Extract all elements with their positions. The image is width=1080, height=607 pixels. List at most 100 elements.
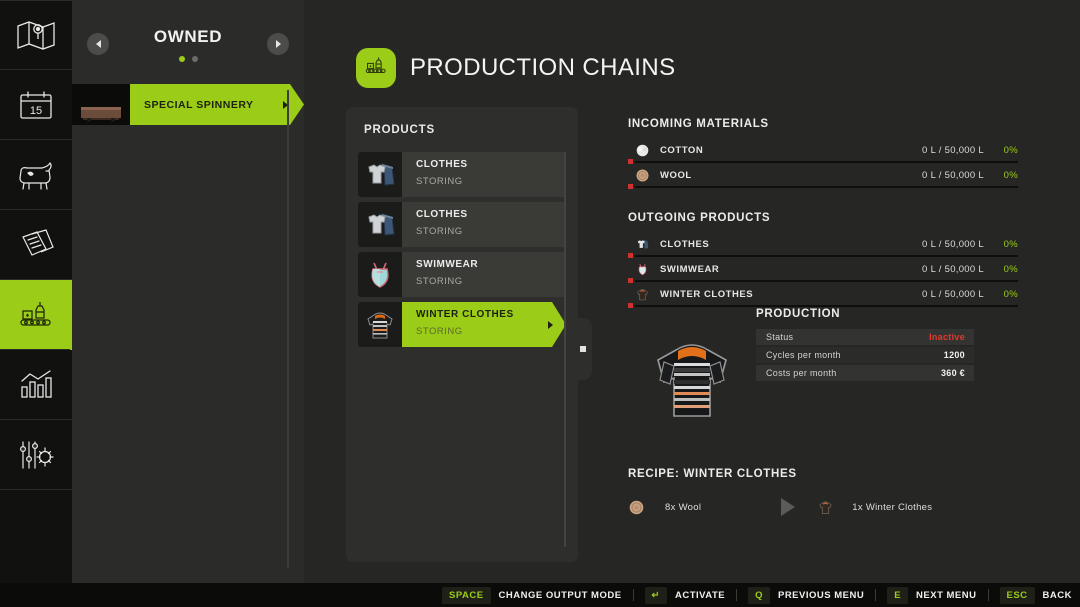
page-dot-1[interactable]: [178, 56, 185, 62]
key-badge-e: E: [887, 586, 909, 604]
svg-text:15: 15: [30, 105, 42, 117]
product-list-item[interactable]: SWIMWEAR STORING: [358, 252, 566, 297]
hint-label: CHANGE OUTPUT MODE: [498, 589, 622, 601]
page-title: PRODUCTION CHAINS: [410, 54, 676, 81]
sidebar-item-statistics[interactable]: [0, 350, 72, 420]
material-amount: 0 L / 50,000 L: [922, 144, 984, 156]
hint-back[interactable]: ESC BACK: [999, 583, 1073, 607]
product-list-item[interactable]: CLOTHES STORING: [358, 202, 566, 247]
product-progress-bar: [628, 303, 1018, 308]
bottom-action-bar: SPACE CHANGE OUTPUT MODE ↵ ACTIVATE Q PR…: [0, 583, 1080, 607]
product-item-name: WINTER CLOTHES: [416, 309, 514, 320]
progress-marker: [628, 184, 633, 189]
owned-list: SPECIAL SPINNERY: [72, 84, 304, 125]
product-list-item[interactable]: CLOTHES STORING: [358, 152, 566, 197]
product-percent: 0%: [1003, 288, 1018, 300]
product-item-state: STORING: [416, 276, 463, 287]
sidebar-rail: 15: [0, 0, 82, 607]
product-item-body: CLOTHES STORING: [402, 152, 566, 197]
production-row-value: 1200: [943, 350, 965, 360]
winter-clothes-icon: [817, 499, 834, 516]
factory-icon: [363, 54, 389, 83]
sidebar-item-map[interactable]: [0, 0, 72, 70]
incoming-material-row: COTTON 0 L / 50,000 L 0%: [628, 140, 1018, 165]
hint-label: PREVIOUS MENU: [777, 589, 865, 601]
clothes-icon: [358, 202, 402, 247]
owned-header: OWNED: [72, 0, 304, 82]
key-badge-enter: ↵: [644, 586, 667, 604]
key-badge-esc: ESC: [999, 586, 1035, 604]
swimwear-icon: [358, 252, 402, 297]
owned-page-dots: [72, 56, 304, 62]
product-amount: 0 L / 50,000 L: [922, 238, 984, 250]
hint-activate[interactable]: ↵ ACTIVATE: [644, 583, 726, 607]
key-badge-q: Q: [748, 586, 770, 604]
page-logo: [356, 48, 396, 88]
material-progress-bar: [628, 184, 1018, 189]
sidebar-item-animals[interactable]: [0, 140, 72, 210]
material-name: COTTON: [660, 144, 704, 156]
production-row-status: Status Inactive: [756, 329, 974, 345]
production-title: PRODUCTION: [756, 308, 841, 320]
production-chains-screen: 15 OWNED SPECIAL SPINNERY PRODUCTION CHA…: [0, 0, 1080, 607]
product-item-body: WINTER CLOTHES STORING: [402, 302, 566, 347]
outgoing-product-row: WINTER CLOTHES 0 L / 50,000 L 0%: [628, 284, 1018, 309]
product-item-body: SWIMWEAR STORING: [402, 252, 566, 297]
production-row-key: Cycles per month: [766, 350, 841, 360]
material-name: WOOL: [660, 169, 692, 181]
owned-title: OWNED: [153, 27, 223, 46]
winter-clothes-icon: [358, 302, 402, 347]
winter-clothes-icon: [635, 287, 650, 302]
owned-item-label-area: SPECIAL SPINNERY: [130, 84, 304, 125]
recipe-output-text: 1x Winter Clothes: [852, 501, 933, 513]
calendar-icon: 15: [17, 88, 55, 122]
product-amount: 0 L / 50,000 L: [922, 263, 984, 275]
products-scrollbar[interactable]: [564, 152, 566, 547]
sidebar-item-calendar[interactable]: 15: [0, 70, 72, 140]
product-percent: 0%: [1003, 263, 1018, 275]
sidebar-item-contracts[interactable]: [0, 210, 72, 280]
panel-collapse-handle[interactable]: [574, 318, 592, 380]
page-dot-2[interactable]: [191, 56, 198, 62]
divider: [875, 589, 877, 601]
material-progress-bar: [628, 159, 1018, 164]
sliders-gear-icon: [16, 438, 56, 472]
map-icon: [16, 18, 56, 52]
material-amount: 0 L / 50,000 L: [922, 169, 984, 181]
owned-panel: OWNED SPECIAL SPINNERY: [72, 0, 304, 607]
cotton-icon: [635, 143, 650, 158]
production-row-key: Costs per month: [766, 368, 837, 378]
owned-scrollbar[interactable]: [287, 90, 289, 568]
production-table: PRODUCTION Status Inactive Cycles per mo…: [756, 308, 974, 383]
product-item-name: CLOTHES: [416, 159, 468, 170]
arrow-right-icon: [781, 498, 796, 516]
owned-prev-button[interactable]: [87, 33, 109, 55]
sidebar-item-settings[interactable]: [0, 420, 72, 490]
owned-list-item[interactable]: SPECIAL SPINNERY: [72, 84, 304, 125]
product-item-state: STORING: [416, 176, 463, 187]
hint-previous-menu[interactable]: Q PREVIOUS MENU: [748, 583, 864, 607]
product-list-item-winter-clothes[interactable]: WINTER CLOTHES STORING: [358, 302, 566, 347]
products-panel: PRODUCTS CLOTHES STORING CLOTHES STORING…: [346, 107, 578, 562]
key-badge-space: SPACE: [442, 586, 491, 604]
product-item-body: CLOTHES STORING: [402, 202, 566, 247]
winter-sweater-image: [646, 336, 738, 424]
product-name: CLOTHES: [660, 238, 710, 250]
factory-icon: [16, 298, 56, 332]
progress-marker: [628, 253, 633, 258]
material-percent: 0%: [1003, 144, 1018, 156]
sidebar-item-production[interactable]: [0, 280, 82, 350]
hint-next-menu[interactable]: E NEXT MENU: [887, 583, 976, 607]
outgoing-product-row: CLOTHES 0 L / 50,000 L 0%: [628, 234, 1018, 259]
product-item-name: SWIMWEAR: [416, 259, 479, 270]
cow-icon: [15, 159, 57, 191]
hint-change-output-mode[interactable]: SPACE CHANGE OUTPUT MODE: [442, 583, 622, 607]
owned-next-button[interactable]: [267, 33, 289, 55]
wool-icon: [628, 499, 645, 516]
divider: [632, 589, 634, 601]
materials-detail: INCOMING MATERIALS COTTON 0 L / 50,000 L…: [628, 118, 1018, 309]
collapse-icon: [580, 346, 586, 352]
product-progress-bar: [628, 278, 1018, 283]
outgoing-product-row: SWIMWEAR 0 L / 50,000 L 0%: [628, 259, 1018, 284]
documents-icon: [16, 228, 56, 262]
